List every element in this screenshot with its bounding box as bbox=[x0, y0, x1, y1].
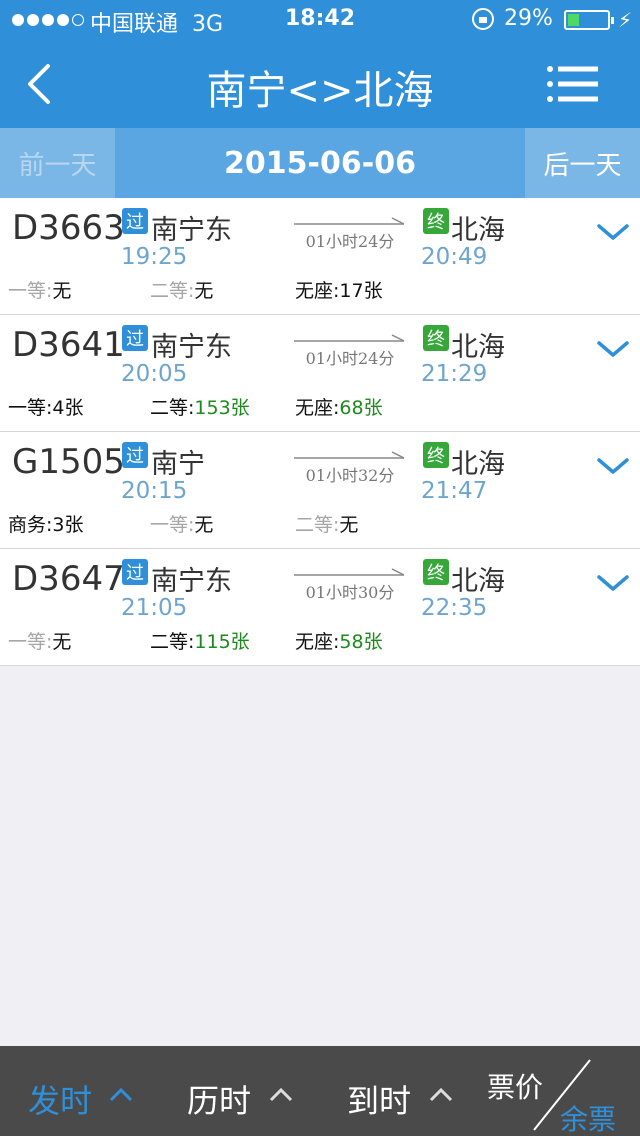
rotation-lock-icon bbox=[472, 8, 494, 30]
caret-up-icon bbox=[429, 1087, 453, 1102]
top-bar: 中国联通 3G 18:42 29% ⚡ 南宁<>北海 bbox=[0, 0, 640, 128]
seat-availability: 无座:58张 bbox=[295, 627, 383, 654]
departure-station: 南宁东 bbox=[151, 566, 232, 597]
seat-count: 153张 bbox=[194, 397, 250, 419]
seat-class-label: 一等: bbox=[8, 631, 53, 653]
seat-class-label: 无座: bbox=[295, 280, 340, 302]
seat-availability: 商务:3张 bbox=[8, 510, 84, 537]
seat-class-label: 一等: bbox=[8, 397, 53, 419]
next-day-button[interactable]: 后一天 bbox=[525, 128, 640, 198]
train-number: G1505 bbox=[12, 442, 125, 482]
pass-through-badge: 过 bbox=[122, 325, 148, 351]
pass-through-badge: 过 bbox=[122, 442, 148, 468]
seat-count: 17张 bbox=[339, 280, 383, 302]
sort-by-duration-button[interactable]: 历时 bbox=[187, 1076, 251, 1122]
seat-count: 无 bbox=[52, 631, 72, 653]
train-row[interactable]: D3641 过南宁东 20:05 01小时24分 终北海 21:29 一等:4张 二等:153… bbox=[0, 315, 640, 432]
seat-count: 115张 bbox=[194, 631, 250, 653]
pass-through-badge: 过 bbox=[122, 559, 148, 585]
departure-station: 南宁东 bbox=[151, 332, 232, 363]
departure-time: 21:05 bbox=[121, 595, 188, 621]
seat-count: 58张 bbox=[339, 631, 383, 653]
arrival-station: 北海 bbox=[451, 215, 505, 246]
seat-class-label: 一等: bbox=[8, 280, 53, 302]
seat-availability: 无座:68张 bbox=[295, 393, 383, 420]
seat-class-label: 无座: bbox=[295, 631, 340, 653]
train-number: D3647 bbox=[12, 559, 125, 599]
seat-class-label: 二等: bbox=[150, 280, 195, 302]
terminal-badge: 终 bbox=[423, 325, 449, 351]
seat-availability: 二等:无 bbox=[150, 276, 213, 303]
sort-bar: 发时 历时 到时 票价 余票 bbox=[0, 1046, 640, 1136]
seat-count: 无 bbox=[194, 280, 214, 302]
charging-icon: ⚡ bbox=[618, 8, 633, 32]
sort-by-depart-button[interactable]: 发时 bbox=[28, 1076, 92, 1122]
departure-time: 19:25 bbox=[121, 244, 188, 270]
terminal-badge: 终 bbox=[423, 559, 449, 585]
travel-duration: 01小时30分 bbox=[305, 583, 395, 602]
seat-count: 3张 bbox=[52, 514, 84, 536]
seat-count: 4张 bbox=[52, 397, 84, 419]
chevron-down-icon[interactable] bbox=[596, 222, 630, 242]
train-number: D3641 bbox=[12, 325, 125, 365]
seat-count: 68张 bbox=[339, 397, 383, 419]
caret-up-icon bbox=[109, 1087, 133, 1102]
arrival-station: 北海 bbox=[451, 332, 505, 363]
arrival-station: 北海 bbox=[451, 566, 505, 597]
battery-percent: 29% bbox=[504, 6, 553, 31]
seat-count: 无 bbox=[52, 280, 72, 302]
seat-class-label: 二等: bbox=[150, 631, 195, 653]
departure-time: 20:05 bbox=[121, 361, 188, 387]
departure-station: 南宁东 bbox=[151, 215, 232, 246]
seat-availability: 二等:无 bbox=[295, 510, 358, 537]
status-bar: 中国联通 3G 18:42 29% ⚡ bbox=[0, 0, 640, 40]
seat-availability: 一等:无 bbox=[150, 510, 213, 537]
terminal-badge: 终 bbox=[423, 442, 449, 468]
seat-count: 无 bbox=[194, 514, 214, 536]
arrival-time: 21:47 bbox=[421, 478, 488, 504]
terminal-badge: 终 bbox=[423, 208, 449, 234]
seat-class-label: 二等: bbox=[295, 514, 340, 536]
arrival-station: 北海 bbox=[451, 449, 505, 480]
remaining-toggle-label[interactable]: 余票 bbox=[560, 1098, 616, 1136]
battery-icon bbox=[564, 10, 614, 30]
seat-class-label: 二等: bbox=[150, 397, 195, 419]
train-number: D3663 bbox=[12, 208, 125, 248]
seat-availability: 一等:无 bbox=[8, 627, 71, 654]
seat-class-label: 一等: bbox=[150, 514, 195, 536]
seat-count: 无 bbox=[339, 514, 359, 536]
chevron-down-icon[interactable] bbox=[596, 456, 630, 476]
seat-availability: 一等:无 bbox=[8, 276, 71, 303]
chevron-down-icon[interactable] bbox=[596, 339, 630, 359]
train-row[interactable]: G1505 过南宁 20:15 01小时32分终北海 21:47 商务:3张 一等:无 二等:… bbox=[0, 432, 640, 549]
seat-class-label: 无座: bbox=[295, 397, 340, 419]
seat-availability: 二等:115张 bbox=[150, 627, 250, 654]
sort-by-arrive-button[interactable]: 到时 bbox=[347, 1076, 411, 1122]
current-date[interactable]: 2015-06-06 bbox=[115, 128, 525, 198]
seat-class-label: 商务: bbox=[8, 514, 53, 536]
list-menu-icon bbox=[547, 66, 598, 102]
seat-availability: 一等:4张 bbox=[8, 393, 84, 420]
menu-button[interactable] bbox=[546, 64, 600, 104]
travel-duration: 01小时32分 bbox=[305, 466, 395, 485]
travel-duration: 01小时24分 bbox=[305, 232, 395, 251]
arrival-time: 22:35 bbox=[421, 595, 488, 621]
arrival-time: 20:49 bbox=[421, 244, 488, 270]
departure-station: 南宁 bbox=[151, 449, 205, 480]
pass-through-badge: 过 bbox=[122, 208, 148, 234]
page-title: 南宁<>北海 bbox=[206, 68, 434, 114]
departure-time: 20:15 bbox=[121, 478, 188, 504]
train-row[interactable]: D3647 过南宁东 21:05 01小时30分 终北海 22:35 一等:无 二等:115张… bbox=[0, 549, 640, 666]
train-list: D3663 过南宁东 19:25 01小时24分终北海 20:49 一等:无 二等:无 无座:… bbox=[0, 198, 640, 666]
prev-day-button[interactable]: 前一天 bbox=[0, 128, 115, 198]
date-bar: 前一天 2015-06-06 后一天 bbox=[0, 128, 640, 198]
train-row[interactable]: D3663 过南宁东 19:25 01小时24分终北海 20:49 一等:无 二等:无 无座:… bbox=[0, 198, 640, 315]
arrival-time: 21:29 bbox=[421, 361, 488, 387]
travel-duration: 01小时24分 bbox=[305, 349, 395, 368]
chevron-down-icon[interactable] bbox=[596, 573, 630, 593]
seat-availability: 二等:153张 bbox=[150, 393, 250, 420]
seat-availability: 无座:17张 bbox=[295, 276, 383, 303]
caret-up-icon bbox=[269, 1087, 293, 1102]
